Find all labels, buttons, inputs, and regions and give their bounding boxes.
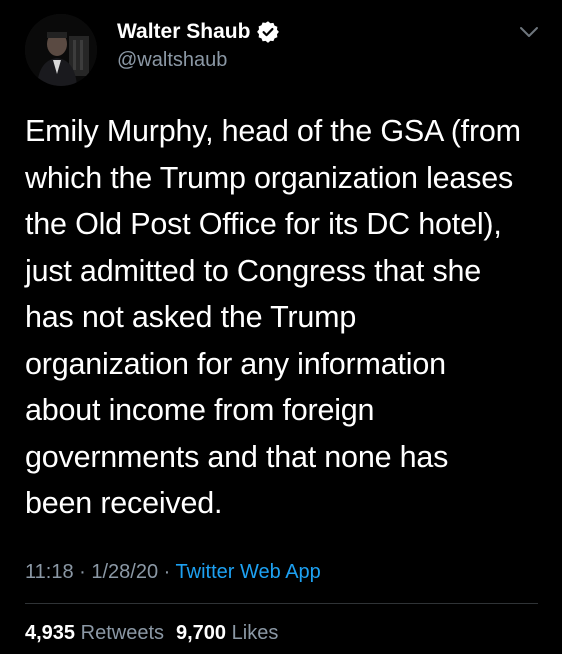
tweet-stats: 4,935 Retweets 9,700 Likes [25, 619, 278, 647]
retweets-count: 4,935 [25, 622, 76, 644]
tweet-text-line: organization for any information [25, 346, 446, 381]
avatar[interactable] [25, 14, 97, 86]
tweet-source-link[interactable]: Twitter Web App [176, 561, 321, 583]
likes-label: Likes [231, 622, 279, 644]
divider [25, 603, 538, 604]
tweet-meta: 11:18 · 1/28/20 · Twitter Web App [25, 558, 321, 586]
tweet-date[interactable]: 1/28/20 [91, 561, 158, 583]
meta-separator: · [163, 561, 171, 583]
tweet-time[interactable]: 11:18 [25, 561, 74, 583]
tweet-text-line: governments and that none has [25, 439, 449, 474]
retweets-stat[interactable]: 4,935 Retweets [25, 622, 164, 644]
tweet-text-line: about income from foreign [25, 393, 375, 427]
tweet-text-line: the Old Post Office for its DC hotel), [25, 207, 502, 241]
tweet-text-line: just admitted to Congress that she [25, 253, 482, 288]
avatar-photo [25, 14, 97, 86]
author-name-row[interactable]: Walter Shaub [117, 18, 280, 46]
chevron-down-icon[interactable] [518, 24, 540, 40]
likes-count: 9,700 [176, 622, 227, 644]
author-name[interactable]: Walter Shaub [117, 18, 250, 46]
likes-stat[interactable]: 9,700 Likes [176, 622, 278, 644]
retweets-label: Retweets [80, 622, 164, 644]
verified-badge-icon [257, 21, 280, 43]
meta-separator: · [79, 561, 86, 583]
tweet-text-line: which the Trump organization leases [25, 160, 514, 195]
tweet-text: Emily Murphy, head of the GSA (from whic… [25, 108, 545, 527]
author-handle[interactable]: @waltshaub [117, 47, 227, 73]
tweet-text-line: has not asked the Trump [25, 300, 357, 334]
tweet-text-line: Emily Murphy, head of the GSA (from [25, 114, 521, 148]
tweet-text-line: been received. [25, 486, 223, 520]
tweet-detail: Walter Shaub @waltshaub Emily Murphy, he… [0, 0, 562, 654]
